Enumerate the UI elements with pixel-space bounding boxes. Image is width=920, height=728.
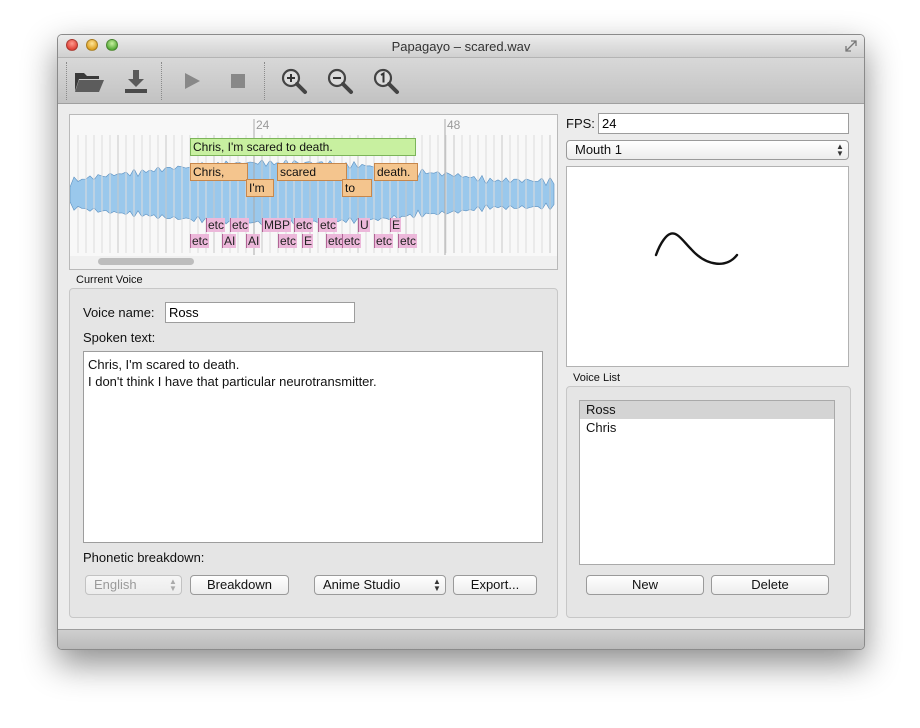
word-block[interactable]: scared [277,163,347,181]
export-format-value: Anime Studio [323,577,401,592]
toolbar-separator [264,62,265,100]
phoneme-block[interactable]: U [358,218,370,232]
voice-name-label: Voice name: [83,305,155,320]
breakdown-button[interactable]: Breakdown [190,575,289,595]
word-block[interactable]: to [342,179,372,197]
open-button[interactable] [72,64,106,98]
new-voice-button[interactable]: New [586,575,704,595]
zoom-1to1-icon [373,68,399,94]
play-icon [185,73,200,89]
window-title: Papagayo – scared.wav [391,39,531,54]
main-window: Papagayo – scared.wav 24 48 Chris, I'm s… [57,34,865,650]
fps-label: FPS: [566,116,595,131]
spoken-text-line: Chris, I'm scared to death. [88,357,240,372]
waveform-timeline[interactable]: 24 48 Chris, I'm scared to death. Chris,… [69,114,558,270]
updown-arrows-icon: ▲ ▼ [836,142,844,158]
phoneme-block[interactable]: etc [190,234,210,248]
phoneme-block[interactable]: etc [398,234,418,248]
phoneme-block[interactable]: etc [230,218,250,232]
export-format-select[interactable]: Anime Studio ▲ ▼ [314,575,446,595]
current-voice-group-label: Current Voice [76,274,143,286]
export-button[interactable]: Export... [453,575,537,595]
save-button[interactable] [119,64,153,98]
voice-list-item[interactable]: Ross [580,401,834,419]
phoneme-block[interactable]: AI [222,234,237,248]
phoneme-block[interactable]: AI [246,234,261,248]
mouth-select[interactable]: Mouth 1 ▲ ▼ [566,140,849,160]
phoneme-block[interactable]: etc [318,218,338,232]
word-block[interactable]: death. [374,163,418,181]
phrase-block[interactable]: Chris, I'm scared to death. [190,138,416,156]
zoom-in-icon [281,68,307,94]
toolbar [58,58,864,104]
phoneme-block[interactable]: E [390,218,402,232]
updown-arrows-icon: ▲ ▼ [169,577,177,593]
voice-list-group-label: Voice List [573,372,621,384]
phoneme-block[interactable]: E [302,234,314,248]
timeline-scrollbar[interactable] [98,258,194,265]
updown-arrows-icon: ▲ ▼ [433,577,441,593]
folder-open-icon [75,73,104,92]
zoom-out-icon [327,68,353,94]
mouth-shape-drawing [654,232,739,265]
play-button[interactable] [175,64,209,98]
voice-list-item[interactable]: Chris [580,419,834,437]
spoken-text-line: I don't think I have that particular neu… [88,374,377,389]
toolbar-grip [66,62,67,100]
spoken-text-area[interactable]: Chris, I'm scared to death. I don't thin… [83,351,543,543]
language-value: English [94,577,137,592]
voice-list[interactable]: Ross Chris [579,400,835,565]
word-block[interactable]: Chris, [190,163,248,181]
phonetic-breakdown-label: Phonetic breakdown: [83,550,205,565]
spoken-text-label: Spoken text: [83,330,156,345]
voice-name-input[interactable] [165,302,355,323]
stop-button[interactable] [221,64,255,98]
zoom-reset-button[interactable] [369,64,403,98]
frame-marker: 48 [447,118,461,132]
mouth-preview [566,166,849,367]
frame-marker: 24 [256,118,270,132]
word-block[interactable]: I'm [246,179,274,197]
mouth-value: Mouth 1 [575,142,622,157]
zoom-out-button[interactable] [323,64,357,98]
language-select: English ▲ ▼ [85,575,182,595]
phoneme-block[interactable]: etc [278,234,298,248]
stop-icon [231,74,245,88]
zoom-in-button[interactable] [277,64,311,98]
status-bar [58,629,864,649]
fullscreen-icon[interactable] [844,39,858,53]
phoneme-block[interactable]: etc [206,218,226,232]
phoneme-block[interactable]: etc [342,234,362,248]
fps-input[interactable] [598,113,849,134]
phoneme-block[interactable]: MBP [262,218,292,232]
title-bar: Papagayo – scared.wav [58,35,864,58]
phoneme-block[interactable]: etc [374,234,394,248]
phoneme-block[interactable]: etc [294,218,314,232]
toolbar-separator [161,62,162,100]
delete-voice-button[interactable]: Delete [711,575,829,595]
download-save-icon [125,70,147,93]
